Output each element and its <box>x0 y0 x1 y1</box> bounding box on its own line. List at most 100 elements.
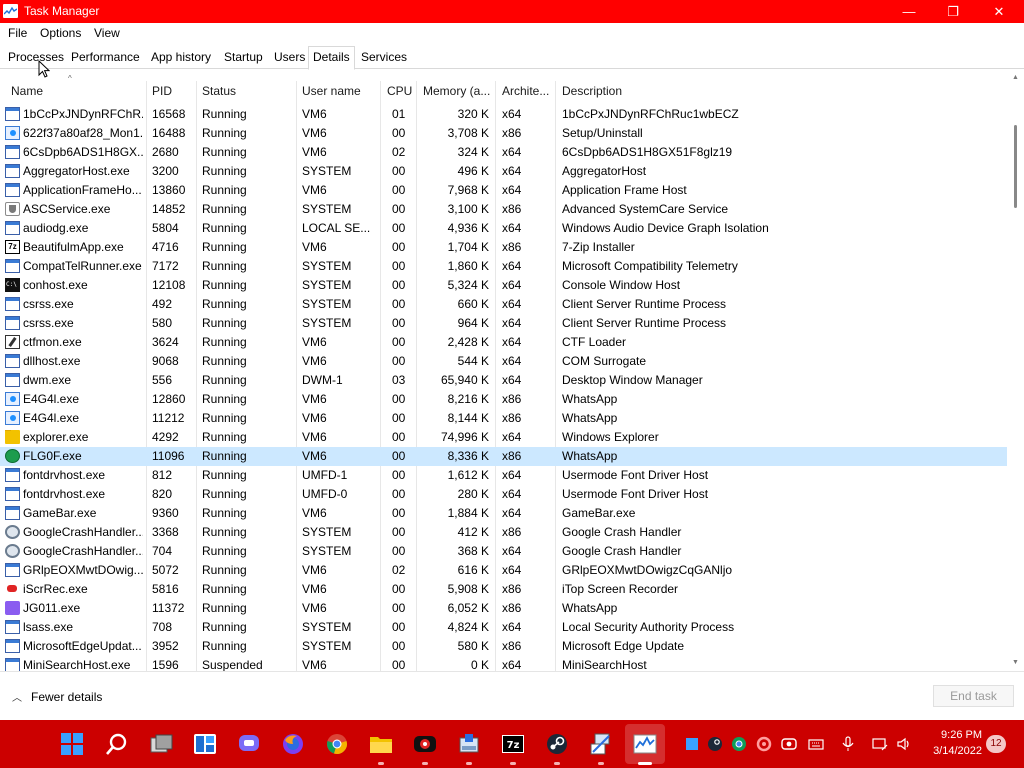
column-header-user-name[interactable]: User name <box>302 84 361 102</box>
process-row[interactable]: C:\ conhost.exe 12108 Running SYSTEM 00 5,324 … <box>0 276 1007 295</box>
volume-icon[interactable] <box>896 736 912 752</box>
process-row[interactable]: JG011.exe 11372 Running VM6 00 6,052 K x86 What… <box>0 599 1007 618</box>
clock-date[interactable]: 3/14/2022 <box>920 745 982 757</box>
process-cpu: 00 <box>392 240 406 254</box>
process-cpu: 00 <box>392 221 406 235</box>
column-header-status[interactable]: Status <box>202 84 236 102</box>
column-header-memory[interactable]: Memory (a... <box>423 84 490 102</box>
tab-performance[interactable]: Performance <box>67 48 144 69</box>
process-row[interactable]: explorer.exe 4292 Running VM6 00 74,996 K x64 W… <box>0 428 1007 447</box>
svg-text:7z: 7z <box>507 740 520 751</box>
tab-services[interactable]: Services <box>357 48 411 69</box>
process-row[interactable]: GRlpEOXMwtDOwig... 5072 Running VM6 02 616 K x… <box>0 561 1007 580</box>
search-icon[interactable] <box>105 732 129 756</box>
process-name: MicrosoftEdgeUpdat... <box>23 639 142 653</box>
menu-file[interactable]: File <box>8 26 27 40</box>
process-architecture: x86 <box>502 525 522 539</box>
process-row[interactable]: E4G4l.exe 11212 Running VM6 00 8,144 K x86 What… <box>0 409 1007 428</box>
task-manager-icon[interactable] <box>633 732 657 756</box>
process-row[interactable]: FLG0F.exe 11096 Running VM6 00 8,336 K x86 What… <box>0 447 1007 466</box>
task-view-icon[interactable] <box>149 732 173 756</box>
network-tool-icon[interactable] <box>589 732 613 756</box>
process-row[interactable]: 622f37a80af28_Mon1... 16488 Running VM6 00 3,… <box>0 124 1007 143</box>
tab-app-history[interactable]: App history <box>147 48 215 69</box>
process-pid: 2680 <box>152 145 179 159</box>
chrome-icon[interactable] <box>325 732 349 756</box>
process-row[interactable]: iScrRec.exe 5816 Running VM6 00 5,908 K x86 iTo… <box>0 580 1007 599</box>
process-row[interactable]: CompatTelRunner.exe 7172 Running SYSTEM 00 1,… <box>0 257 1007 276</box>
microphone-icon[interactable] <box>840 736 856 752</box>
scroll-up-arrow-icon[interactable]: ▲ <box>1012 74 1019 81</box>
end-task-button[interactable]: End task <box>933 685 1014 707</box>
tray-steam-icon[interactable] <box>707 736 723 752</box>
process-pid: 820 <box>152 487 173 501</box>
process-row[interactable]: dllhost.exe 9068 Running VM6 00 544 K x64 COM S… <box>0 352 1007 371</box>
teams-chat-icon[interactable] <box>237 732 261 756</box>
widgets-icon[interactable] <box>193 732 217 756</box>
process-description: Microsoft Edge Update <box>562 639 685 653</box>
fewer-details-button[interactable]: ︿ Fewer details <box>12 689 102 704</box>
tray-recorder-icon[interactable] <box>781 736 797 752</box>
close-button[interactable]: ✕ <box>976 0 1022 23</box>
menu-options[interactable]: Options <box>40 26 81 40</box>
keyboard-icon[interactable] <box>808 736 824 752</box>
title-bar[interactable]: Task Manager — ❐ ✕ <box>0 0 1024 23</box>
tab-users[interactable]: Users <box>270 48 309 69</box>
column-header-description[interactable]: Description <box>562 84 622 102</box>
process-row[interactable]: csrss.exe 580 Running SYSTEM 00 964 K x64 Clien… <box>0 314 1007 333</box>
process-user-name: VM6 <box>302 601 327 615</box>
minimize-button[interactable]: — <box>886 0 932 23</box>
start-icon[interactable] <box>60 732 84 756</box>
process-name: FLG0F.exe <box>23 449 82 463</box>
tray-chrome-icon[interactable] <box>731 736 747 752</box>
process-row[interactable]: ApplicationFrameHo... 13860 Running VM6 00 7,… <box>0 181 1007 200</box>
tab-details[interactable]: Details <box>308 46 355 70</box>
file-explorer-icon[interactable] <box>369 732 393 756</box>
7zip-icon[interactable]: 7z <box>501 732 525 756</box>
scroll-down-arrow-icon[interactable]: ▼ <box>1012 659 1019 666</box>
firefox-icon[interactable] <box>281 732 305 756</box>
steam-icon[interactable] <box>545 732 569 756</box>
vertical-scrollbar[interactable]: ▲ ▼ <box>1007 70 1024 671</box>
column-header-name[interactable]: Name <box>11 84 43 102</box>
process-description: iTop Screen Recorder <box>562 582 679 596</box>
column-header-cpu[interactable]: CPU <box>387 84 412 102</box>
process-row[interactable]: ctfmon.exe 3624 Running VM6 00 2,428 K x64 CTF … <box>0 333 1007 352</box>
column-header-pid[interactable]: PID <box>152 84 172 102</box>
tab-startup[interactable]: Startup <box>220 48 267 69</box>
scrollbar-thumb[interactable] <box>1014 125 1017 208</box>
column-header-architecture[interactable]: Archite... <box>502 84 549 102</box>
process-row[interactable]: fontdrvhost.exe 812 Running UMFD-1 00 1,612 K… <box>0 466 1007 485</box>
network-icon[interactable] <box>872 736 888 752</box>
process-cpu: 00 <box>392 126 406 140</box>
process-row[interactable]: GameBar.exe 9360 Running VM6 00 1,884 K x64 Gam… <box>0 504 1007 523</box>
process-cpu: 00 <box>392 164 406 178</box>
process-row[interactable]: lsass.exe 708 Running SYSTEM 00 4,824 K x64 Loc… <box>0 618 1007 637</box>
installer-icon[interactable] <box>457 732 481 756</box>
process-row[interactable]: 6CsDpb6ADS1H8GX... 2680 Running VM6 02 324 K x… <box>0 143 1007 162</box>
process-row[interactable]: 1bCcPxJNDynRFChR... 16568 Running VM6 01 320 … <box>0 105 1007 124</box>
process-row[interactable]: ASCService.exe 14852 Running SYSTEM 00 3,100 … <box>0 200 1007 219</box>
process-row[interactable]: AggregatorHost.exe 3200 Running SYSTEM 00 496… <box>0 162 1007 181</box>
process-architecture: x64 <box>502 544 522 558</box>
tab-processes[interactable]: Processes <box>4 48 68 69</box>
shield-icon <box>5 202 21 217</box>
notification-badge[interactable]: 12 <box>986 735 1006 753</box>
clock-time[interactable]: 9:26 PM <box>928 729 982 741</box>
tray-gear-icon[interactable] <box>756 736 772 752</box>
screen-recorder-icon[interactable] <box>413 732 437 756</box>
process-row[interactable]: GoogleCrashHandler... 3368 Running SYSTEM 00… <box>0 523 1007 542</box>
process-row[interactable]: csrss.exe 492 Running SYSTEM 00 660 K x64 Clien… <box>0 295 1007 314</box>
process-row[interactable]: MicrosoftEdgeUpdat... 3952 Running SYSTEM 00… <box>0 637 1007 656</box>
process-row[interactable]: fontdrvhost.exe 820 Running UMFD-0 00 280 K x6… <box>0 485 1007 504</box>
process-row[interactable]: E4G4l.exe 12860 Running VM6 00 8,216 K x86 What… <box>0 390 1007 409</box>
process-pid: 9360 <box>152 506 179 520</box>
process-row[interactable]: GoogleCrashHandler... 704 Running SYSTEM 00 3… <box>0 542 1007 561</box>
process-row[interactable]: MiniSearchHost.exe 1596 Suspended VM6 00 0 K x… <box>0 656 1007 671</box>
menu-view[interactable]: View <box>94 26 120 40</box>
tray-app-icon[interactable] <box>684 736 700 752</box>
process-row[interactable]: 7z BeautifulmApp.exe 4716 Running VM6 00 1,704… <box>0 238 1007 257</box>
maximize-button[interactable]: ❐ <box>930 0 976 23</box>
process-row[interactable]: dwm.exe 556 Running DWM-1 03 65,940 K x64 Deskt… <box>0 371 1007 390</box>
process-row[interactable]: audiodg.exe 5804 Running LOCAL SE... 00 4,936… <box>0 219 1007 238</box>
